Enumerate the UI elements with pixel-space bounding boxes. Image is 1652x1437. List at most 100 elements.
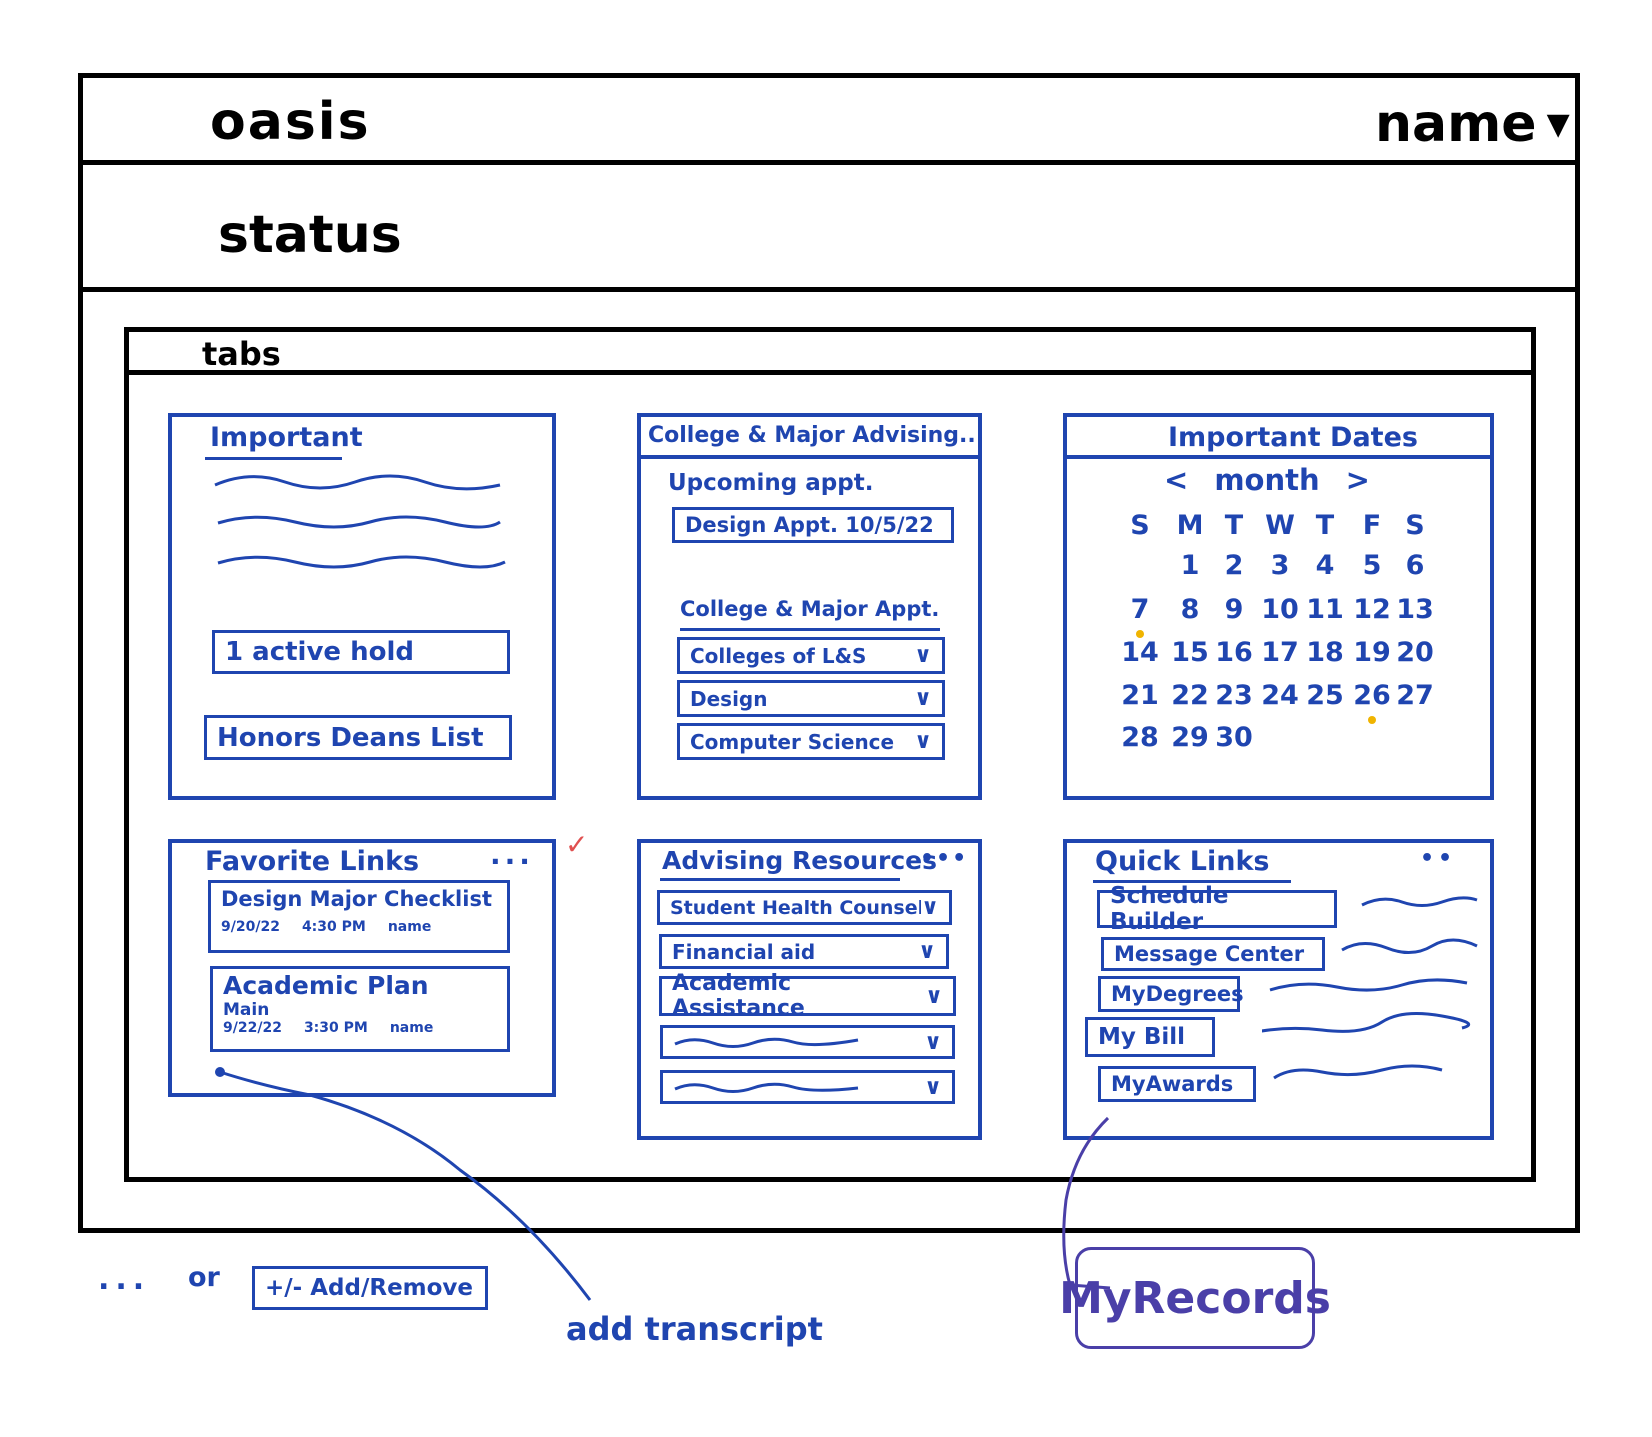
calendar-day[interactable]: 25 bbox=[1305, 680, 1345, 711]
chevron-left-icon[interactable]: < bbox=[1164, 463, 1188, 497]
calendar-day[interactable]: 26 bbox=[1352, 680, 1392, 711]
tabs-divider bbox=[124, 370, 1536, 375]
upcoming-label: Upcoming appt. bbox=[668, 470, 874, 496]
calendar-day[interactable]: 21 bbox=[1120, 680, 1160, 711]
active-hold-item[interactable]: 1 active hold bbox=[212, 630, 510, 674]
calendar-day[interactable]: 22 bbox=[1170, 680, 1210, 711]
chevron-down-icon: ∨ bbox=[925, 983, 943, 1009]
deans-list-label: Honors Deans List bbox=[217, 722, 484, 753]
favorite-link-title: Design Major Checklist bbox=[221, 887, 492, 911]
check-mark-icon: ✓ bbox=[565, 828, 589, 861]
chevron-down-icon: ∨ bbox=[924, 1029, 942, 1055]
dates-title: Important Dates bbox=[1168, 422, 1418, 453]
chevron-down-icon: ∨ bbox=[914, 729, 932, 754]
upcoming-appt[interactable]: Design Appt. 10/5/22 bbox=[672, 507, 954, 543]
resource-dropdown[interactable]: Financial aid ∨ bbox=[659, 934, 949, 969]
calendar-day[interactable]: 15 bbox=[1170, 637, 1210, 668]
calendar-day[interactable]: 9 bbox=[1214, 594, 1254, 625]
quick-link-my-bill[interactable]: My Bill bbox=[1085, 1017, 1215, 1057]
resource-label: Academic Assistance bbox=[672, 971, 805, 1021]
calendar-day[interactable]: 27 bbox=[1395, 680, 1435, 711]
resource-dropdown[interactable]: ∨ bbox=[660, 1025, 955, 1059]
favorite-link-author: name bbox=[387, 919, 432, 935]
calendar-day[interactable]: 19 bbox=[1352, 637, 1392, 668]
calendar-day[interactable]: 2 bbox=[1214, 550, 1254, 581]
appt-label: College & Major Appt. bbox=[680, 597, 940, 621]
minor-select-value: Computer Science bbox=[690, 729, 895, 754]
resource-dropdown[interactable]: ∨ bbox=[660, 1070, 955, 1104]
quick-link-mydegrees[interactable]: MyDegrees bbox=[1098, 976, 1244, 1012]
calendar-day[interactable]: 16 bbox=[1214, 637, 1254, 668]
resource-label: Student Health Counseling bbox=[670, 896, 922, 919]
weekday-header: T bbox=[1315, 510, 1335, 541]
favorite-link-date: 9/22/22 bbox=[223, 1020, 282, 1036]
quick-link-myawards[interactable]: MyAwards bbox=[1098, 1066, 1256, 1102]
calendar-day[interactable]: 8 bbox=[1170, 594, 1210, 625]
favorite-link-time: 4:30 PM bbox=[301, 919, 366, 935]
calendar-day[interactable]: 4 bbox=[1305, 550, 1345, 581]
resource-dropdown[interactable]: Academic Assistance ∨ bbox=[659, 971, 956, 1021]
weekday-header: S bbox=[1130, 510, 1150, 541]
favorites-title: Favorite Links bbox=[205, 846, 420, 877]
favorite-link-date: 9/20/22 bbox=[221, 919, 280, 935]
calendar-day[interactable]: 14 bbox=[1120, 637, 1160, 668]
quick-links-title: Quick Links bbox=[1095, 846, 1270, 877]
major-select-value: Design bbox=[690, 686, 768, 711]
event-marker-icon bbox=[1368, 716, 1376, 724]
my-records-label: MyRecords bbox=[1059, 1272, 1331, 1324]
calendar-day[interactable]: 28 bbox=[1120, 722, 1160, 753]
calendar-day[interactable]: 5 bbox=[1352, 550, 1392, 581]
favorite-link-item[interactable]: Academic Plan Main 9/22/22 3:30 PM name bbox=[210, 966, 510, 1052]
status-divider bbox=[78, 287, 1580, 292]
calendar-day[interactable]: 1 bbox=[1170, 550, 1210, 581]
weekday-header: T bbox=[1224, 510, 1244, 541]
resource-label: Financial aid bbox=[672, 939, 816, 964]
favorite-link-title: Academic Plan bbox=[223, 971, 429, 1000]
upcoming-appt-label: Design Appt. 10/5/22 bbox=[685, 513, 934, 537]
chevron-down-icon: ∨ bbox=[924, 1074, 942, 1100]
calendar-day[interactable]: 13 bbox=[1395, 594, 1435, 625]
calendar-day[interactable]: 7 bbox=[1120, 594, 1160, 625]
quick-link-label: MyAwards bbox=[1111, 1072, 1234, 1096]
minor-select[interactable]: Computer Science ∨ bbox=[677, 723, 945, 760]
quick-link-descriptions bbox=[1262, 896, 1478, 1080]
advising-title-divider bbox=[637, 455, 982, 459]
favorite-link-author: name bbox=[389, 1020, 434, 1036]
deans-list-item[interactable]: Honors Deans List bbox=[204, 715, 512, 760]
favorite-link-item[interactable]: Design Major Checklist 9/20/22 4:30 PM n… bbox=[208, 880, 510, 953]
app-title[interactable]: oasis bbox=[210, 92, 371, 152]
annotation-arrow bbox=[215, 1067, 592, 1301]
calendar-day[interactable]: 18 bbox=[1305, 637, 1345, 668]
resources-more-icon[interactable]: ••• bbox=[920, 846, 968, 871]
college-select[interactable]: Colleges of L&S ∨ bbox=[677, 637, 945, 674]
calendar-day[interactable]: 3 bbox=[1260, 550, 1300, 581]
calendar-day[interactable]: 30 bbox=[1214, 722, 1254, 753]
active-hold-label: 1 active hold bbox=[225, 637, 414, 667]
college-select-value: Colleges of L&S bbox=[690, 643, 867, 668]
calendar-day[interactable]: 10 bbox=[1260, 594, 1300, 625]
calendar-day[interactable]: 23 bbox=[1214, 680, 1254, 711]
user-menu[interactable]: name ▼ bbox=[1375, 94, 1570, 154]
chevron-down-icon: ∨ bbox=[921, 895, 939, 920]
chevron-right-icon[interactable]: > bbox=[1346, 463, 1370, 497]
calendar-day[interactable]: 6 bbox=[1395, 550, 1435, 581]
calendar-day[interactable]: 29 bbox=[1170, 722, 1210, 753]
calendar-day[interactable]: 12 bbox=[1352, 594, 1392, 625]
calendar-day[interactable]: 17 bbox=[1260, 637, 1300, 668]
favorite-link-time: 3:30 PM bbox=[303, 1020, 368, 1036]
weekday-header: F bbox=[1362, 510, 1382, 541]
resource-dropdown[interactable]: Student Health Counseling ∨ bbox=[657, 890, 952, 925]
quick-link-label: MyDegrees bbox=[1111, 982, 1244, 1006]
placeholder-text-line bbox=[674, 1082, 859, 1093]
chevron-down-icon: ∨ bbox=[914, 686, 932, 711]
major-select[interactable]: Design ∨ bbox=[677, 680, 945, 717]
calendar-day[interactable]: 24 bbox=[1260, 680, 1300, 711]
calendar-day[interactable]: 20 bbox=[1395, 637, 1435, 668]
tabs-bar[interactable]: tabs bbox=[202, 335, 281, 373]
weekday-header: W bbox=[1265, 510, 1295, 541]
favorites-more-icon[interactable]: ... bbox=[490, 838, 534, 871]
calendar-day[interactable]: 11 bbox=[1305, 594, 1345, 625]
quick-links-more-icon[interactable]: •• bbox=[1420, 846, 1456, 871]
favorite-link-subtitle: Main bbox=[223, 1000, 270, 1020]
add-transcript-note: add transcript bbox=[566, 1310, 823, 1348]
